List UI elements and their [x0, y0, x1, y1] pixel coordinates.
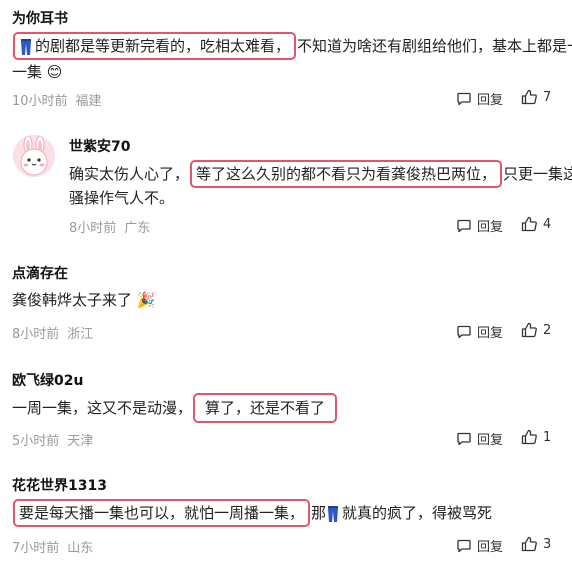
comment-text: 龚俊韩烨太子来了 🎉	[12, 291, 156, 309]
comment-meta: 8小时前 广东	[69, 217, 150, 236]
comment-username[interactable]: 世紫安70	[69, 136, 130, 156]
jeans-emoji-icon	[21, 38, 31, 55]
like-count: 3	[543, 536, 552, 552]
comment-text-pre: 一周一集，这又不是动漫，	[12, 399, 193, 417]
reply-icon	[457, 325, 471, 338]
reply-button[interactable]: 回复	[456, 322, 503, 341]
comment-time: 8小时前	[12, 327, 60, 342]
comment-text: 确实太伤人心了，等了这么久别的都不看只为看龚俊热巴两位，只更一集这波	[69, 160, 572, 188]
comment-text-highlight: 等了这么久别的都不看只为看龚俊热巴两位，	[190, 160, 503, 188]
comment-text-post: 不知道为啥还有剧组给他们，基本上都是一天	[297, 37, 572, 55]
reply-label: 回复	[477, 433, 504, 448]
comment-meta: 10小时前 福建	[12, 90, 102, 109]
comment-location: 山东	[67, 541, 94, 556]
reply-label: 回复	[477, 220, 504, 235]
like-button[interactable]: 4	[521, 216, 551, 232]
thumbs-up-icon	[521, 216, 537, 232]
like-button[interactable]: 1	[521, 429, 551, 445]
comment-text-post: 只更一集这波	[503, 165, 572, 183]
comment-time: 5小时前	[12, 434, 60, 449]
user-avatar[interactable]	[13, 135, 55, 177]
like-button[interactable]: 2	[521, 322, 551, 338]
comment-text-highlight: 要是每天播一集也可以，就怕一周播一集，	[13, 499, 311, 527]
comment-username[interactable]: 点滴存在	[12, 263, 68, 283]
thumbs-up-icon	[521, 89, 537, 105]
reply-label: 回复	[477, 326, 504, 341]
reply-label: 回复	[477, 540, 504, 555]
reply-icon	[457, 219, 471, 232]
comment-text: 要是每天播一集也可以，就怕一周播一集，那就真的疯了，得被骂死	[12, 499, 493, 527]
comment-location: 福建	[75, 94, 102, 109]
comment-username[interactable]: 花花世界1313	[12, 475, 107, 495]
comment-time: 8小时前	[69, 221, 117, 236]
bunny-avatar	[13, 135, 55, 177]
comment-text-line2: 骚操作气人不。	[69, 189, 175, 207]
comment-text-highlight: 算了，还是不看了	[193, 393, 338, 423]
highlight-box: 的剧都是等更新完看的，吃相太难看，	[13, 32, 297, 60]
like-count: 1	[543, 429, 552, 445]
comment-text-post-a: 那	[311, 504, 327, 522]
comment-text-pre: 的剧都是等更新完看的，	[35, 37, 201, 55]
like-count: 7	[543, 89, 552, 105]
like-count: 2	[543, 322, 552, 338]
thumbs-up-icon	[521, 536, 537, 552]
comment-text-pre: 确实太伤人心了，	[69, 165, 190, 183]
reply-button[interactable]: 回复	[456, 429, 503, 448]
comment-meta: 7小时前 山东	[12, 537, 93, 556]
comment-time: 10小时前	[12, 94, 68, 109]
reply-button[interactable]: 回复	[456, 536, 503, 555]
thumbs-up-icon	[521, 429, 537, 445]
reply-button[interactable]: 回复	[456, 89, 503, 108]
reply-label: 回复	[477, 93, 504, 108]
comment-text-line2: 一集 😊	[12, 63, 63, 81]
comment-time: 7小时前	[12, 541, 60, 556]
reply-icon	[457, 92, 471, 105]
comment-meta: 8小时前 浙江	[12, 323, 93, 342]
like-button[interactable]: 3	[521, 536, 551, 552]
comment-location: 浙江	[67, 327, 94, 342]
reply-icon	[457, 432, 471, 445]
thumbs-up-icon	[521, 322, 537, 338]
comment-text-highlight: 吃相太难看，	[200, 37, 291, 55]
jeans-emoji-icon	[328, 505, 339, 522]
comment-location: 广东	[124, 221, 151, 236]
like-button[interactable]: 7	[521, 89, 551, 105]
comment-meta: 5小时前 天津	[12, 430, 93, 449]
comment-text: 的剧都是等更新完看的，吃相太难看， 不知道为啥还有剧组给他们，基本上都是一天	[12, 32, 572, 60]
comment-text-post-b: 就真的疯了，得被骂死	[342, 504, 493, 522]
comment-username[interactable]: 为你耳书	[12, 8, 68, 28]
comment-location: 天津	[67, 434, 94, 449]
comment-text: 一周一集，这又不是动漫， 算了，还是不看了	[12, 393, 338, 423]
reply-icon	[457, 539, 471, 552]
comment-username[interactable]: 欧飞绿02u	[12, 370, 83, 390]
like-count: 4	[543, 216, 552, 232]
reply-button[interactable]: 回复	[456, 216, 503, 235]
